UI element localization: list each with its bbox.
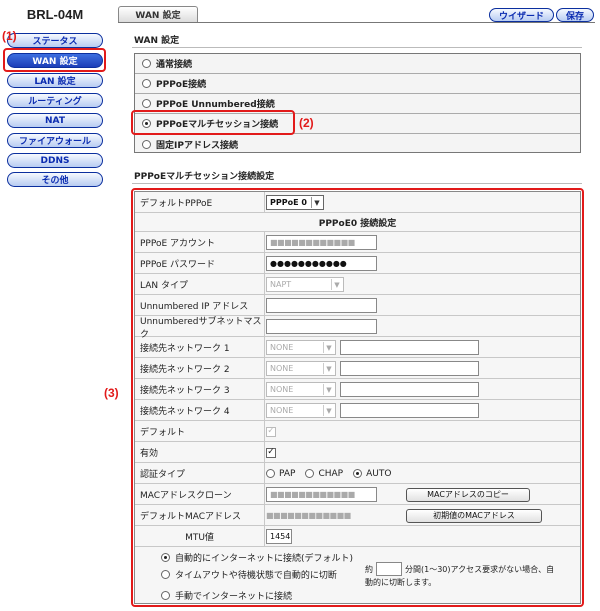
wan-option-label: PPPoE Unnumbered接続 <box>156 100 275 110</box>
model-name: BRL-04M <box>26 7 84 22</box>
highlight-box-1 <box>3 48 106 72</box>
sidebar-item-nat[interactable]: NAT <box>7 113 103 128</box>
wan-option-label: PPPoE接続 <box>156 80 207 90</box>
wan-option-pppoe[interactable]: PPPoE接続 <box>135 74 580 94</box>
radio-icon[interactable] <box>142 59 151 68</box>
sidebar-item-status[interactable]: ステータス <box>7 33 103 48</box>
sidebar-item-other[interactable]: その他 <box>7 172 103 187</box>
annotation-label-2: (2) <box>299 116 314 130</box>
wan-option-normal[interactable]: 通常接続 <box>135 54 580 74</box>
annotation-label-1: (1) <box>2 29 17 43</box>
wan-option-label: 通常接続 <box>156 60 193 70</box>
wan-section-divider <box>132 47 582 48</box>
highlight-box-3 <box>131 188 584 607</box>
sidebar-item-lan[interactable]: LAN 設定 <box>7 73 103 88</box>
sidebar-item-firewall[interactable]: ファイアウォール <box>7 133 103 148</box>
save-button[interactable]: 保存 <box>556 8 594 22</box>
annotation-label-3: (3) <box>104 386 119 400</box>
radio-icon[interactable] <box>142 99 151 108</box>
multisession-section-title: PPPoEマルチセッション接続設定 <box>134 172 275 182</box>
multisession-section-divider <box>132 183 582 184</box>
wan-type-box: 通常接続 PPPoE接続 PPPoE Unnumbered接続 PPPoEマルチ… <box>134 53 581 153</box>
wan-option-static-ip[interactable]: 固定IPアドレス接続 <box>135 134 580 154</box>
wizard-button[interactable]: ウイザード <box>489 8 554 22</box>
sidebar-item-ddns[interactable]: DDNS <box>7 153 103 168</box>
wan-section-title: WAN 設定 <box>134 36 180 46</box>
sidebar: BRL-04M ステータス WAN 設定 LAN 設定 ルーティング NAT フ… <box>0 0 110 611</box>
highlight-box-2 <box>131 110 295 135</box>
radio-icon[interactable] <box>142 139 151 149</box>
tab-wan-settings[interactable]: WAN 設定 <box>118 6 198 22</box>
sidebar-item-routing[interactable]: ルーティング <box>7 93 103 108</box>
tab-divider <box>118 22 595 23</box>
wan-option-label: 固定IPアドレス接続 <box>156 140 238 151</box>
radio-icon[interactable] <box>142 79 151 88</box>
